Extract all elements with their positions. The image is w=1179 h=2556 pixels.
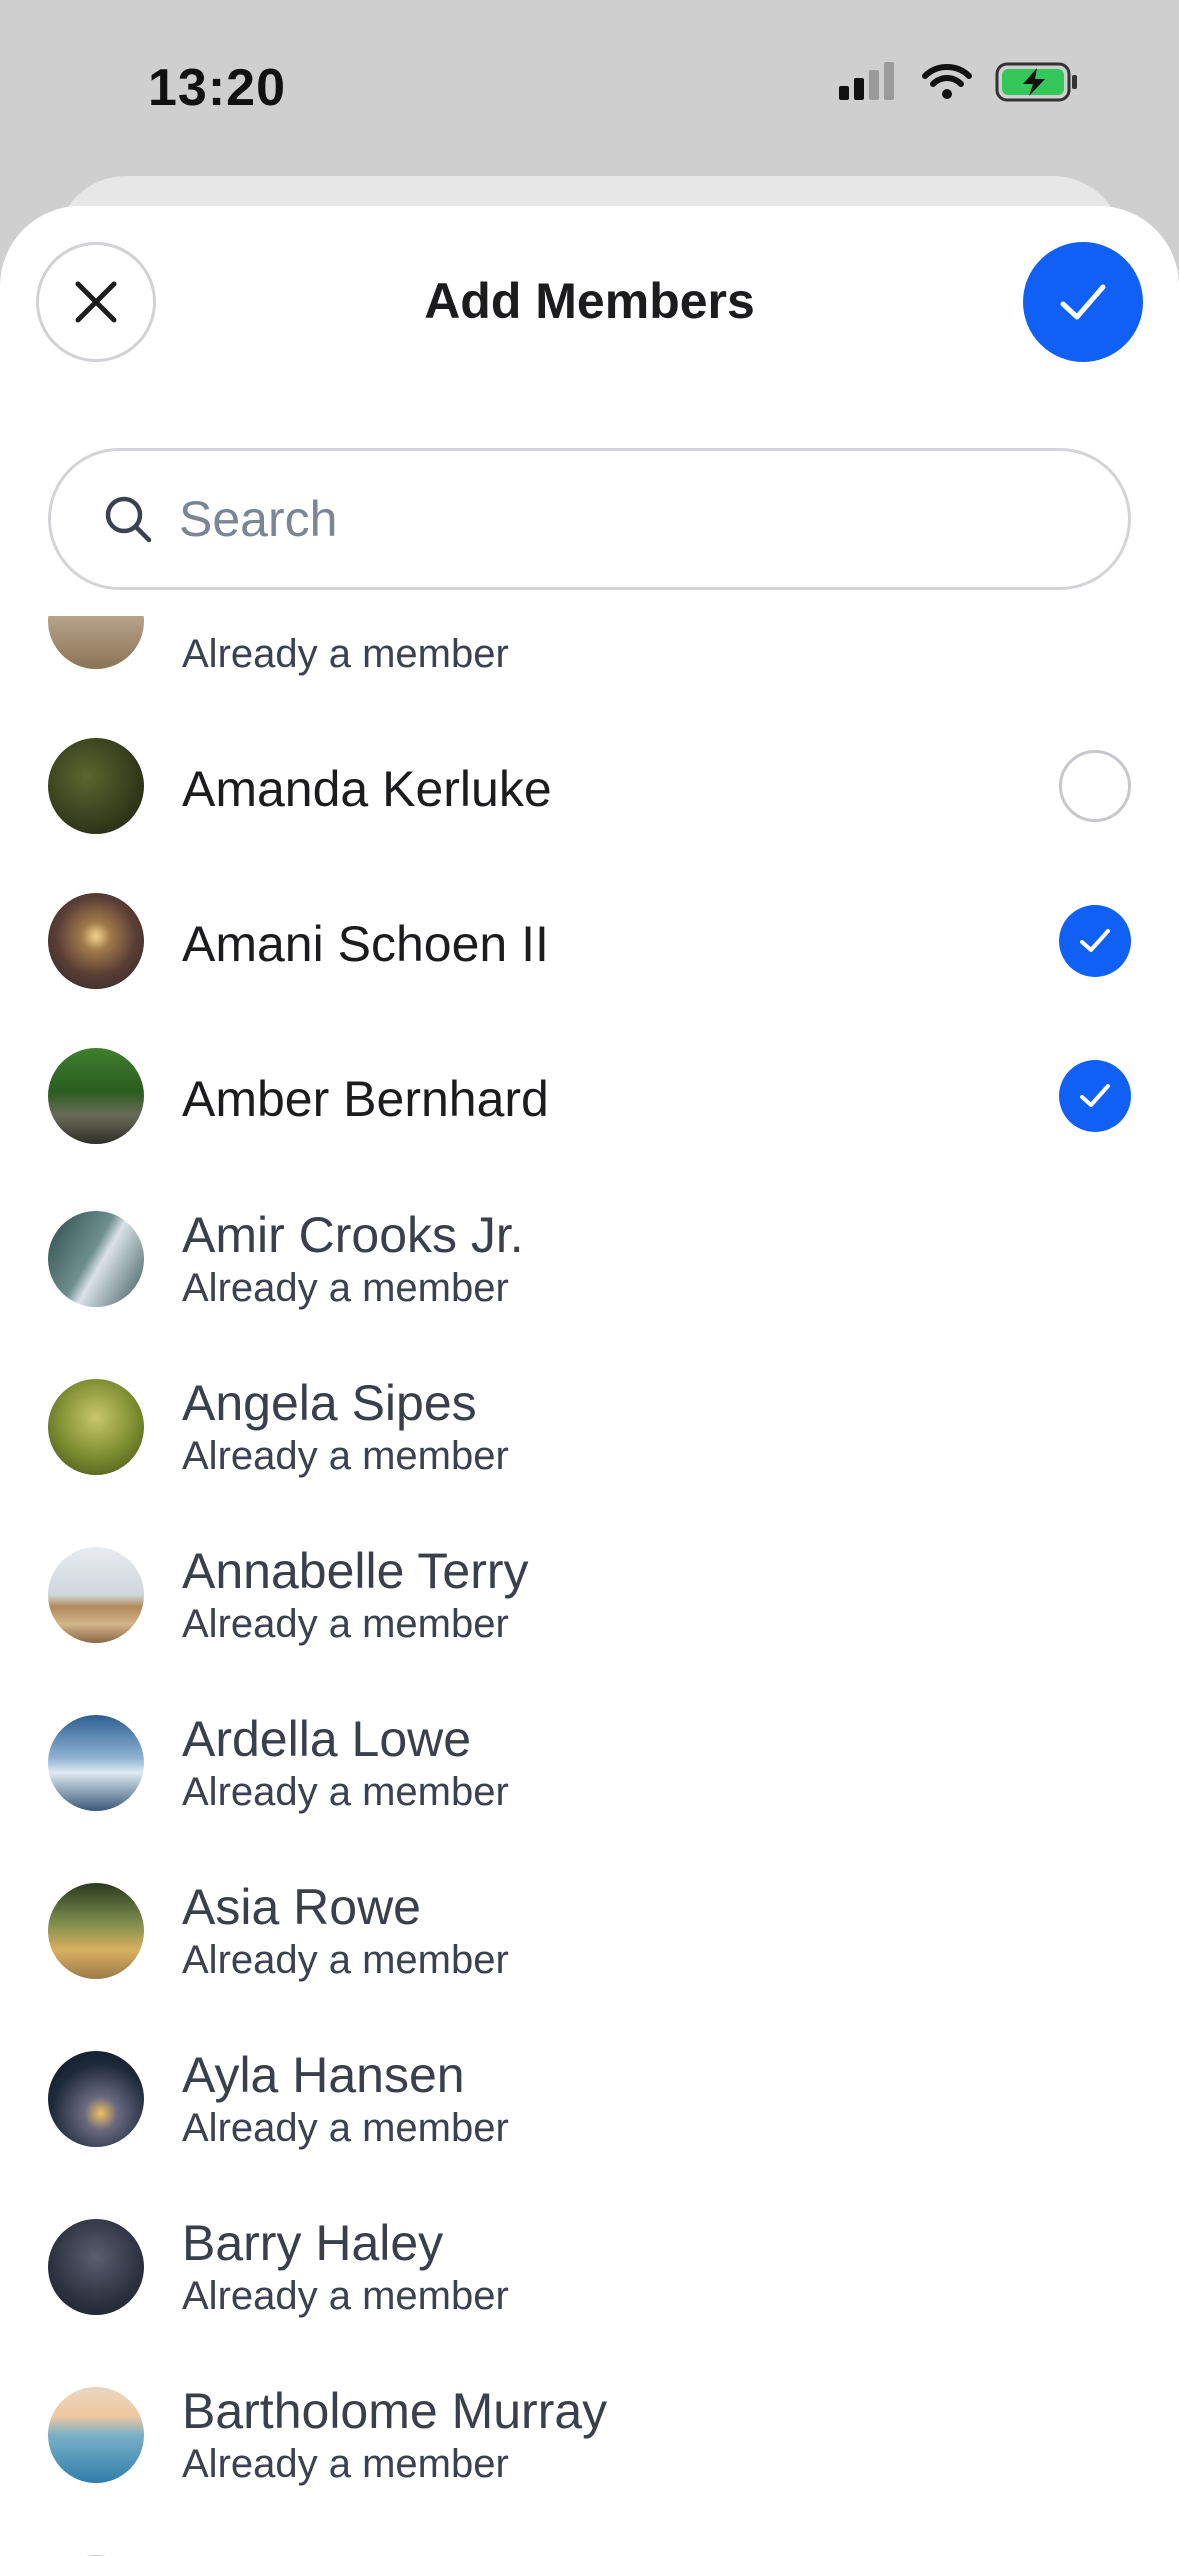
avatar — [48, 1547, 144, 1643]
member-status: Already a member — [182, 2442, 509, 2486]
search-input[interactable] — [179, 490, 979, 548]
avatar — [48, 2051, 144, 2147]
select-checkbox[interactable] — [1059, 905, 1131, 977]
list-item[interactable]: Bartholome Murray Already a member — [0, 2354, 1179, 2504]
avatar — [48, 616, 144, 669]
list-item[interactable]: Amber Bernhard — [0, 1021, 1179, 1171]
member-name: Ayla Hansen — [182, 2047, 465, 2103]
avatar — [48, 1715, 144, 1811]
member-status: Already a member — [182, 1266, 509, 1310]
avatar — [48, 2219, 144, 2315]
member-name: Barry Haley — [182, 2215, 444, 2271]
list-item[interactable] — [0, 2522, 1179, 2556]
page-title: Add Members — [424, 273, 755, 329]
checkmark-icon — [1060, 284, 1106, 320]
avatar — [48, 893, 144, 989]
list-item[interactable]: Asia Rowe Already a member — [0, 1850, 1179, 2000]
avatar — [48, 1211, 144, 1307]
search-icon — [105, 496, 152, 543]
member-name: Annabelle Terry — [182, 1543, 529, 1599]
list-item[interactable]: Annabelle Terry Already a member — [0, 1514, 1179, 1664]
select-checkbox[interactable] — [1059, 750, 1131, 822]
list-item[interactable]: Barry Haley Already a member — [0, 2186, 1179, 2336]
list-item[interactable]: Amir Crooks Jr. Already a member — [0, 1178, 1179, 1328]
checkmark-icon — [1080, 1084, 1110, 1107]
list-item[interactable]: Amani Schoen II — [0, 866, 1179, 1016]
member-name: Amani Schoen II — [182, 916, 549, 972]
member-name: Amir Crooks Jr. — [182, 1207, 524, 1263]
list-item[interactable]: Angela Sipes Already a member — [0, 1346, 1179, 1496]
select-checkbox[interactable] — [1059, 1060, 1131, 1132]
list-item[interactable]: Ayla Hansen Already a member — [0, 2018, 1179, 2168]
cellular-signal-icon — [839, 62, 894, 100]
member-status: Already a member — [182, 1434, 509, 1478]
member-status: Already a member — [182, 1602, 509, 1646]
member-status: Already a member — [182, 2274, 509, 2318]
member-name: Asia Rowe — [182, 1879, 421, 1935]
list-item[interactable]: Already a member — [0, 616, 1179, 696]
member-name: Amber Bernhard — [182, 1071, 549, 1127]
checkmark-icon — [1080, 929, 1110, 952]
member-list[interactable]: Already a member Amanda Kerluke Amani Sc… — [0, 616, 1179, 2556]
status-time: 13:20 — [148, 59, 286, 117]
status-bar: 13:20 — [0, 0, 1179, 170]
avatar — [48, 1379, 144, 1475]
avatar — [48, 738, 144, 834]
battery-charging-icon — [995, 62, 1077, 102]
confirm-button[interactable] — [1023, 242, 1143, 362]
member-status: Already a member — [182, 1770, 509, 1814]
member-name: Bartholome Murray — [182, 2383, 608, 2439]
wifi-icon — [922, 64, 972, 99]
member-status: Already a member — [182, 632, 509, 676]
add-members-sheet: Add Members Already a member Amanda Kerl… — [0, 206, 1179, 2556]
member-name: Angela Sipes — [182, 1375, 477, 1431]
avatar — [48, 2387, 144, 2483]
member-status: Already a member — [182, 1938, 509, 1982]
member-name: Ardella Lowe — [182, 1711, 472, 1767]
search-field[interactable] — [48, 448, 1131, 590]
avatar — [48, 1883, 144, 1979]
status-icons — [839, 62, 1079, 102]
member-status: Already a member — [182, 2106, 509, 2150]
avatar — [48, 1048, 144, 1144]
list-item[interactable]: Amanda Kerluke — [0, 711, 1179, 861]
list-item[interactable]: Ardella Lowe Already a member — [0, 1682, 1179, 1832]
member-name: Amanda Kerluke — [182, 761, 552, 817]
